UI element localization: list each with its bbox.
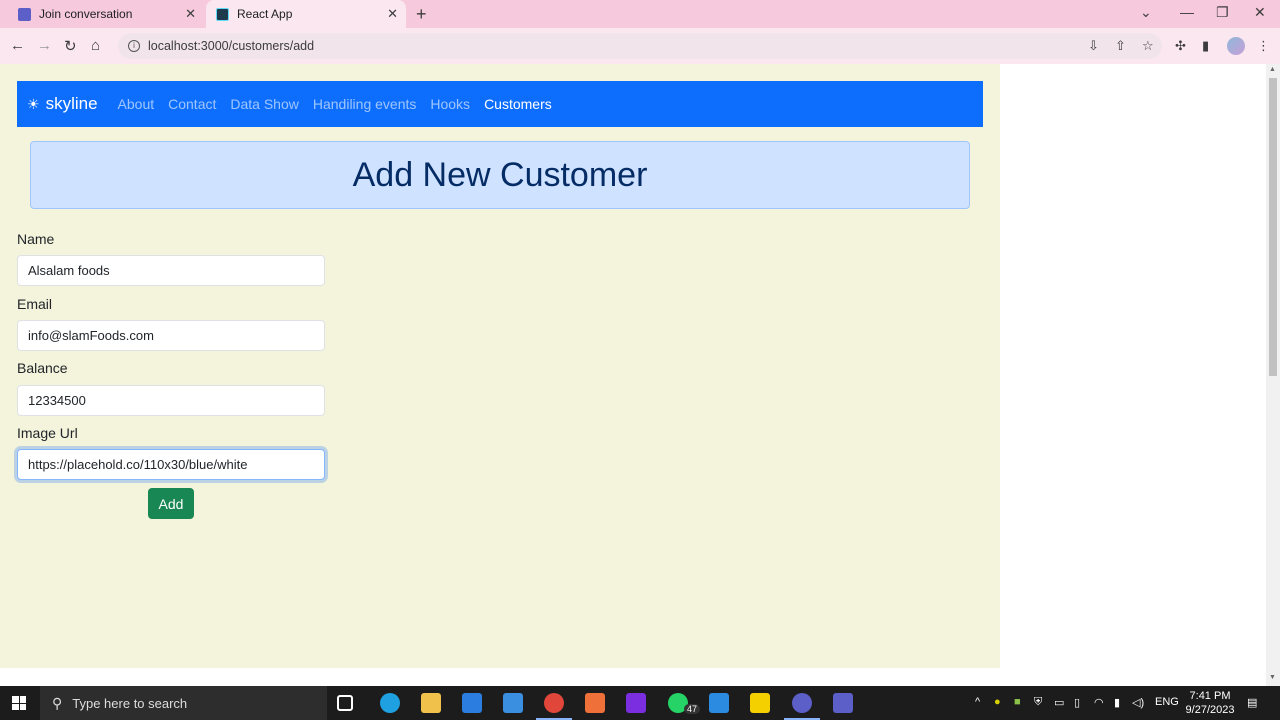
teams-icon[interactable] [833,693,853,713]
email-input[interactable] [17,320,325,351]
react-icon [216,7,229,21]
bookmark-star-icon[interactable]: ☆ [1142,38,1154,54]
app-root: ☀ skyline About Contact Data Show Handil… [0,64,1000,668]
menu-icon[interactable]: ⋮ [1257,38,1270,54]
wifi-icon[interactable]: ◠ [1094,696,1104,709]
nav-hooks[interactable]: Hooks [430,96,470,112]
clock-time: 7:41 PM [1189,690,1231,702]
windows-start-icon[interactable] [12,696,26,710]
nav-about[interactable]: About [118,96,155,112]
teams-icon [18,7,31,21]
share-icon[interactable]: ⇧ [1115,38,1126,54]
tray-app-icon[interactable]: ● [994,696,1001,708]
system-clock[interactable]: 7:41 PM 9/27/2023 [1180,689,1240,717]
battery-icon[interactable]: ▭ [1054,696,1064,709]
close-tab-icon[interactable]: ✕ [185,6,196,22]
task-view-icon[interactable] [337,695,353,711]
name-label: Name [17,231,55,247]
page-scrollbar[interactable]: ▲ ▼ [1266,64,1280,686]
forward-icon[interactable]: → [37,37,52,54]
image-url-label: Image Url [17,425,78,441]
edge-icon[interactable] [380,693,400,713]
mail-icon[interactable] [503,693,523,713]
navbar: ☀ skyline About Contact Data Show Handil… [17,81,983,127]
url-text: localhost:3000/customers/add [148,39,315,53]
browser-toolbar: ← → ↻ ⌂ i localhost:3000/customers/add ⇩… [0,28,1280,64]
reload-icon[interactable]: ↻ [64,37,77,55]
volume-icon[interactable]: ◁) [1132,696,1144,709]
close-tab-icon[interactable]: ✕ [387,6,398,22]
tab-title: React App [237,7,293,21]
teams-chrome-icon[interactable] [784,693,820,720]
nav-data-show[interactable]: Data Show [230,96,298,112]
balance-label: Balance [17,360,68,376]
jetbrains-icon[interactable] [626,693,646,713]
page-viewport: ☀ skyline About Contact Data Show Handil… [0,64,1266,668]
vscode-icon[interactable] [709,693,729,713]
page-title: Add New Customer [352,155,648,194]
install-icon[interactable]: ⇩ [1088,38,1099,54]
image-url-input[interactable] [17,449,325,480]
tab-search-icon[interactable]: ⌄ [1140,4,1152,21]
profile-avatar[interactable] [1227,37,1245,55]
nav-handling-events[interactable]: Handiling events [313,96,417,112]
scroll-up-icon[interactable]: ▲ [1269,66,1276,73]
brand-link[interactable]: ☀ skyline [27,94,98,114]
home-icon[interactable]: ⌂ [91,37,100,54]
scrollbar-thumb[interactable] [1269,78,1277,376]
brand-name: skyline [45,94,98,113]
nvidia-icon[interactable]: ■ [1014,696,1021,708]
extensions-icon[interactable]: ✣ [1175,38,1186,54]
tab-react-app[interactable]: React App ✕ [206,0,406,28]
maximize-icon[interactable]: ❐ [1216,4,1229,21]
site-info-icon[interactable]: i [128,40,140,52]
search-icon: ⚲ [52,694,63,711]
tab-join-conversation[interactable]: Join conversation ✕ [8,0,204,28]
new-tab-icon[interactable]: + [416,4,427,25]
address-bar[interactable]: i localhost:3000/customers/add [118,33,1162,59]
email-label: Email [17,296,53,312]
minimize-icon[interactable]: — [1180,4,1194,20]
file-explorer-icon[interactable] [421,693,441,713]
device-icon[interactable]: ▯ [1074,696,1080,709]
page-heading-alert: Add New Customer [30,141,970,209]
clock-date: 9/27/2023 [1185,704,1235,716]
add-button[interactable]: Add [148,488,194,519]
back-icon[interactable]: ← [10,37,25,54]
store-icon[interactable] [462,693,482,713]
windows-taskbar: ⚲ Type here to search ^ ● ■ ⛨ ▭ ▯ ◠ ▮ ◁)… [0,686,1280,720]
close-window-icon[interactable]: ✕ [1254,4,1266,21]
chrome-icon[interactable] [536,693,572,720]
xampp-icon[interactable] [585,693,605,713]
whatsapp-badge: 47 [684,704,701,714]
tray-expand-icon[interactable]: ^ [975,696,980,708]
tab-title: Join conversation [39,7,133,21]
balance-input[interactable] [17,385,325,416]
search-placeholder: Type here to search [72,695,188,711]
language-indicator[interactable]: ENG [1155,696,1179,708]
taskbar-search[interactable]: ⚲ Type here to search [40,686,327,720]
notifications-icon[interactable]: ▤ [1247,696,1257,709]
power-icon[interactable]: ▮ [1114,696,1120,709]
browser-tab-strip: Join conversation ✕ React App ✕ + ⌄ — ❐ … [0,0,1280,28]
name-input[interactable] [17,255,325,286]
scroll-down-icon[interactable]: ▼ [1269,674,1276,681]
nav-contact[interactable]: Contact [168,96,216,112]
nav-customers[interactable]: Customers [484,96,552,112]
sunrise-icon: ☀ [27,95,40,112]
side-panel-icon[interactable]: ▮ [1202,38,1209,54]
sticky-notes-icon[interactable] [750,693,770,713]
security-icon[interactable]: ⛨ [1034,696,1042,709]
